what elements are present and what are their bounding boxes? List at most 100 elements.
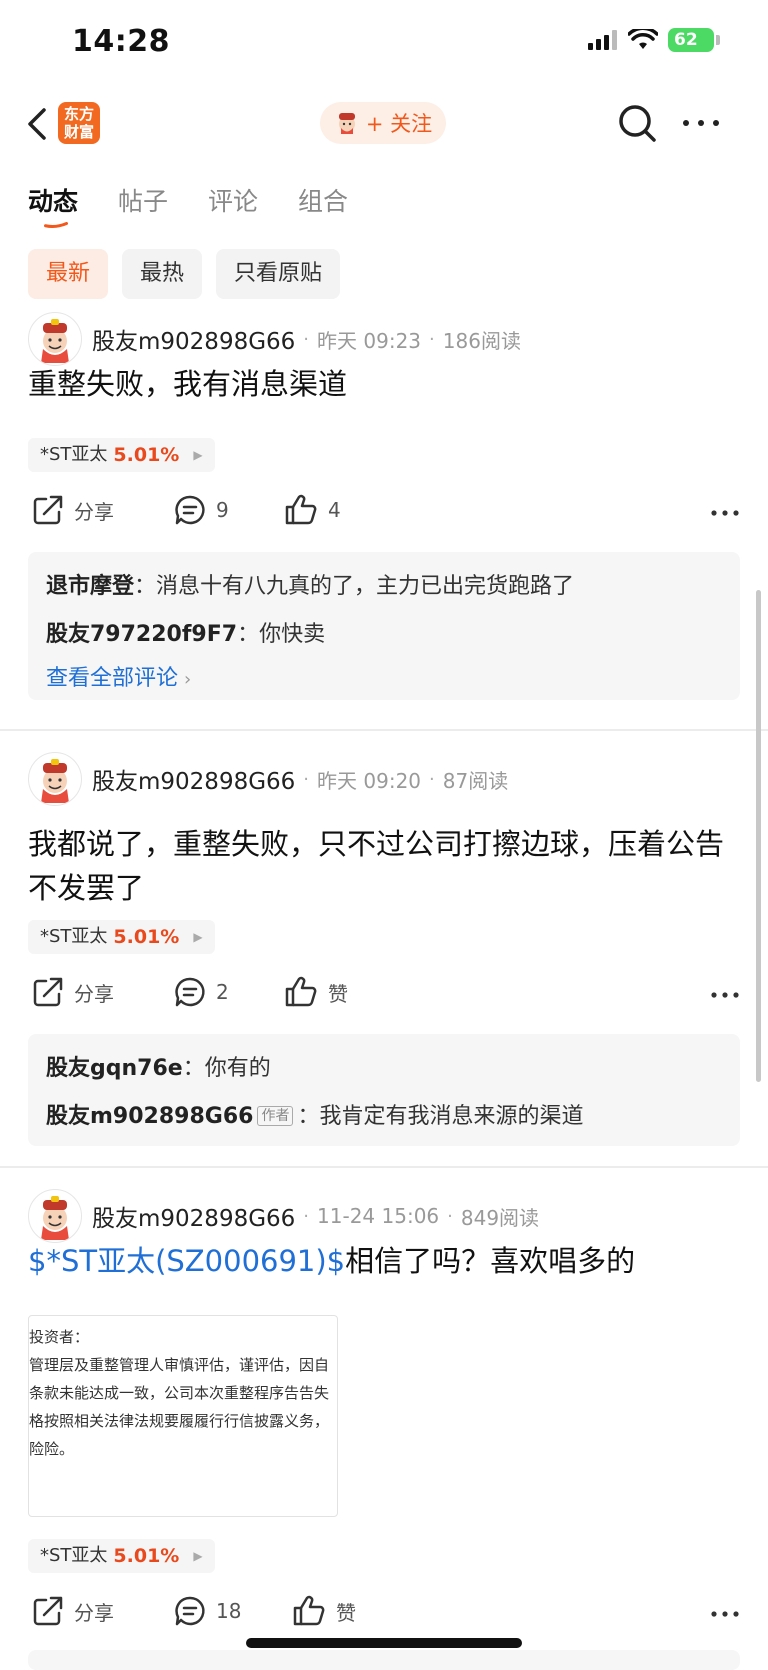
search-icon — [619, 105, 656, 142]
comment-button[interactable]: 9 — [174, 494, 229, 526]
chevron-left-icon — [28, 108, 46, 140]
avatar[interactable] — [28, 1189, 82, 1243]
post-more-button[interactable] — [710, 980, 740, 1014]
post-text[interactable]: $*ST亚太(SZ000691)$相信了吗？喜欢唱多的 — [28, 1239, 740, 1283]
search-button[interactable] — [616, 102, 658, 144]
comment-text: 你有的 — [204, 1056, 271, 1081]
post-actions: 分享 9 4 — [28, 494, 740, 534]
filter-original-only[interactable]: 只看原贴 — [216, 249, 341, 299]
more-menu-button[interactable] — [680, 102, 722, 144]
post-time: 昨天 09:23 — [317, 328, 422, 353]
stock-name: *ST亚太 — [40, 926, 108, 947]
active-tab-indicator — [44, 222, 68, 228]
meta-separator: · — [303, 1205, 310, 1227]
comment-item[interactable]: 股友797220f9F7：你快卖 — [46, 616, 325, 648]
author-badge: 作者 — [257, 1106, 294, 1126]
post-divider — [0, 1166, 768, 1168]
post-text[interactable]: 重整失败，我有消息渠道 — [28, 362, 740, 406]
content-tabs: 动态 帖子 评论 组合 — [0, 176, 768, 228]
comment-button[interactable]: 2 — [174, 976, 229, 1008]
god-of-wealth-icon — [338, 113, 355, 134]
commenter-name: 股友m902898G66 — [46, 1104, 254, 1129]
stock-tag[interactable]: *ST亚太 5.01% ▶ — [28, 438, 215, 472]
more-dots-icon — [711, 1611, 739, 1617]
filter-hot[interactable]: 最热 — [122, 249, 203, 299]
back-button[interactable] — [22, 106, 58, 142]
tab-comments[interactable]: 评论 — [208, 182, 258, 218]
comment-item[interactable]: 股友m902898G66 作者 ：我肯定有我消息来源的渠道 — [46, 1098, 583, 1130]
status-bar: 14:28 62 — [0, 0, 768, 86]
tab-posts[interactable]: 帖子 — [118, 182, 168, 218]
meta-separator: · — [303, 328, 310, 350]
commenter-name: 股友gqn76e — [46, 1056, 183, 1081]
stock-cashtag-link[interactable]: $*ST亚太(SZ000691)$ — [28, 1244, 345, 1278]
author-name[interactable]: 股友m902898G66 — [92, 322, 295, 356]
commenter-name: 退市摩登 — [46, 574, 135, 599]
post-image[interactable]: 投资者： 管理层及重整管理人审慎评估，谨评估，因自 条款未能达成一致，公司本次重… — [28, 1315, 338, 1517]
meta-separator: · — [429, 328, 435, 350]
author-name[interactable]: 股友m902898G66 — [92, 1199, 295, 1233]
image-text-line: 险险。 — [29, 1440, 75, 1458]
like-button[interactable]: 赞 — [292, 1595, 356, 1627]
commenter-name: 股友797220f9F7 — [46, 622, 238, 647]
like-button[interactable]: 4 — [284, 494, 341, 526]
chevron-right-icon: › — [184, 669, 192, 690]
share-icon — [33, 495, 63, 525]
avatar[interactable] — [28, 312, 82, 366]
triangle-right-icon: ▶ — [193, 1549, 203, 1563]
post-more-button[interactable] — [710, 1599, 740, 1633]
scrollbar[interactable] — [756, 590, 761, 1082]
stock-tag[interactable]: *ST亚太 5.01% ▶ — [28, 1539, 215, 1573]
avatar[interactable] — [28, 752, 82, 806]
image-text-line: 格按照相关法律法规要履履行行信披露义务， — [29, 1412, 330, 1430]
image-text-line: 投资者： — [29, 1328, 90, 1346]
next-comment-preview — [28, 1650, 740, 1670]
share-icon — [33, 977, 63, 1007]
share-button[interactable]: 分享 — [32, 494, 114, 526]
read-count: 87阅读 — [442, 768, 509, 793]
brand-logo[interactable]: 东方 财富 — [58, 102, 100, 144]
comment-preview[interactable]: 退市摩登：消息十有八九真的了，主力已出完货跑路了 股友797220f9F7：你快… — [28, 552, 740, 700]
view-all-comments-link[interactable]: 查看全部评论 › — [46, 660, 191, 692]
comment-count: 9 — [216, 498, 229, 522]
comment-item[interactable]: 退市摩登：消息十有八九真的了，主力已出完货跑路了 — [46, 568, 574, 600]
god-of-wealth-avatar-icon — [41, 759, 69, 803]
share-label: 分享 — [74, 1600, 114, 1625]
post-header: 股友m902898G66 · 昨天 09:23 · 186阅读 — [28, 312, 521, 366]
stock-name: *ST亚太 — [40, 444, 108, 465]
follow-button[interactable]: + 关注 — [320, 102, 446, 144]
tab-portfolio[interactable]: 组合 — [298, 182, 348, 218]
more-dots-icon — [711, 992, 739, 998]
post-actions: 分享 2 赞 — [28, 976, 740, 1016]
triangle-right-icon: ▶ — [193, 448, 203, 462]
comment-bubble-icon — [175, 977, 205, 1007]
stock-name: *ST亚太 — [40, 1545, 108, 1566]
post-time: 昨天 09:20 — [317, 768, 422, 793]
god-of-wealth-avatar-icon — [41, 1196, 69, 1240]
follow-label: + 关注 — [365, 112, 433, 136]
author-name[interactable]: 股友m902898G66 — [92, 762, 295, 796]
post-header: 股友m902898G66 · 11-24 15:06 · 849阅读 — [28, 1189, 539, 1243]
post-more-button[interactable] — [710, 498, 740, 532]
status-icons: 62 — [588, 28, 720, 52]
tab-dynamic[interactable]: 动态 — [28, 182, 78, 218]
post-text[interactable]: 我都说了，重整失败，只不过公司打擦边球，压着公告不发罢了 — [28, 822, 740, 910]
filter-latest[interactable]: 最新 — [28, 249, 109, 299]
stock-tag[interactable]: *ST亚太 5.01% ▶ — [28, 920, 215, 954]
stock-change-pct: 5.01% — [113, 926, 180, 948]
thumbs-up-icon — [285, 494, 317, 525]
read-count: 186阅读 — [442, 328, 521, 353]
like-button[interactable]: 赞 — [284, 976, 348, 1008]
comment-button[interactable]: 18 — [174, 1595, 241, 1627]
share-button[interactable]: 分享 — [32, 976, 114, 1008]
share-button[interactable]: 分享 — [32, 1595, 114, 1627]
comment-preview[interactable]: 股友gqn76e：你有的 股友m902898G66 作者 ：我肯定有我消息来源的渠道 — [28, 1034, 740, 1146]
meta-separator: · — [303, 768, 310, 790]
comment-bubble-icon — [175, 1596, 205, 1626]
home-indicator[interactable] — [246, 1638, 522, 1648]
meta-separator: · — [447, 1205, 453, 1227]
logo-text-line2: 财富 — [63, 123, 94, 141]
comment-item[interactable]: 股友gqn76e：你有的 — [46, 1050, 271, 1082]
cellular-signal-icon — [588, 30, 617, 50]
thumbs-up-icon — [285, 976, 317, 1007]
